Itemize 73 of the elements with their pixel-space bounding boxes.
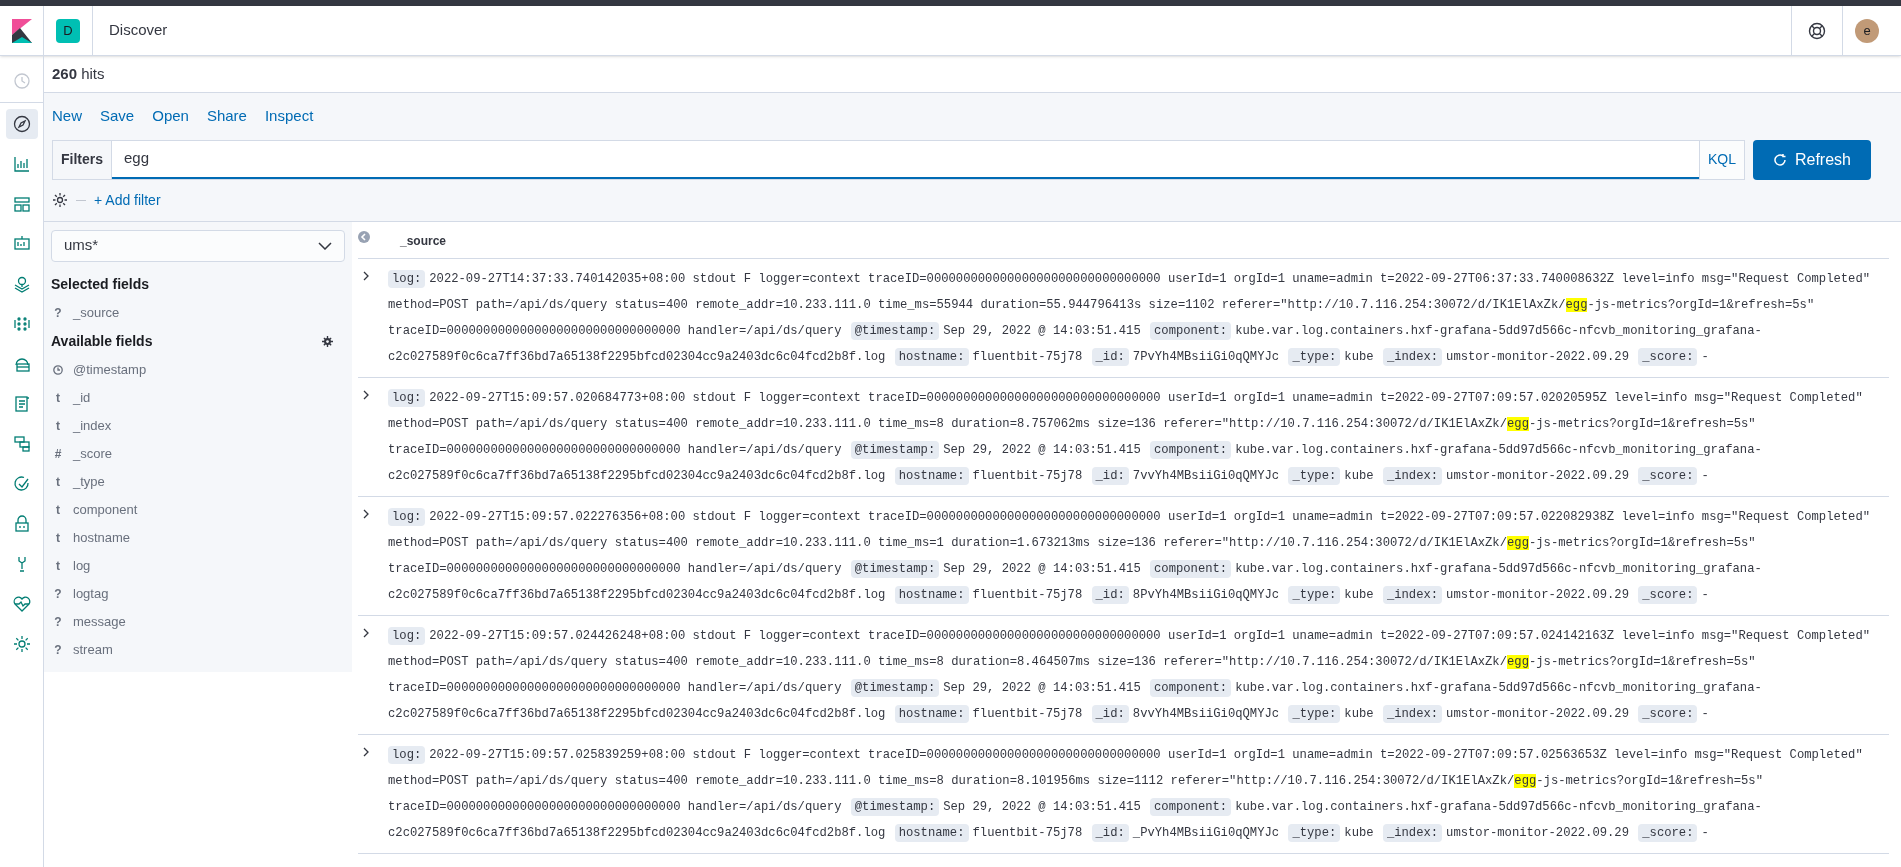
kql-toggle[interactable]: KQL (1698, 140, 1744, 179)
field-type-icon: t (53, 416, 63, 435)
index-pattern-dropdown[interactable]: ums* (51, 229, 345, 262)
document-source: log: 2022-09-27T15:09:57.025839259+08:00 stdout F logger=context traceID=00000000000000000000000000000000 userId=1 orgId=1 uname=admin t=2022-09-27T07:09:57.02563653Z level=info msg="Request Completed" method=POST path=/api/ds/query status=400 remote_addr=10.233.111.0 time_ms=8 duration=8.101956ms size=1112 referer="http://10.7.116.254:30072/d/IK1ElAxZk/egg-js-metrics?orgId=1&refresh=5s" traceID=00000000000000000000000000000000 handler=/api/ds/query @timestamp: Sep 29, 2022 @ 14:03:51.415 component: kube.var.log.containers.hxf-grafana-5dd97d566c-nfcvb_monitoring_grafana-c2c027589f0c6ca7ff36bd7a65138f2295bfcd02304cc9a2403dc6c04fcd2b8f.log hostname: fluentbit-75j78 _id: _PvYh4MBsiiGi0qQMYJc _type: kube _index: umstor-monitor-2022.09.29 _score: - (388, 744, 1864, 844)
menu-link[interactable]: Open (152, 105, 189, 128)
menu-link[interactable]: Inspect (264, 105, 314, 128)
field-type-icon: t (53, 472, 63, 491)
hits-count: 260 hits (52, 63, 105, 84)
page-title: Discover (108, 20, 169, 41)
field-name: stream (73, 640, 113, 659)
field-name: _type (73, 472, 105, 491)
field-name: hostname (73, 528, 131, 547)
user-avatar[interactable]: e (1855, 18, 1879, 43)
expand-icon[interactable] (362, 269, 370, 282)
expand-icon[interactable] (362, 507, 370, 520)
expand-icon[interactable] (362, 745, 370, 758)
field-item[interactable]: t log (51, 551, 345, 580)
field-item[interactable]: ? _source (51, 298, 345, 327)
section-heading: Selected fields (51, 274, 151, 294)
field-type-icon: t (53, 388, 63, 407)
menu-link[interactable]: Share (206, 105, 247, 128)
field-name: @timestamp (73, 360, 147, 379)
expand-icon[interactable] (362, 388, 370, 401)
collapse-icon[interactable] (358, 230, 370, 243)
field-name: message (73, 612, 126, 631)
field-type-icon: # (53, 444, 63, 463)
field-item[interactable]: @timestamp (51, 355, 345, 384)
nav-item[interactable] (5, 109, 38, 139)
field-type-icon: ? (53, 640, 63, 659)
index-pattern-text: ums* (64, 235, 100, 256)
add-filter-link[interactable]: + Add filter (94, 189, 161, 211)
field-item[interactable]: t _id (51, 383, 345, 412)
menu-link[interactable]: New (52, 105, 82, 128)
filters-label: Filters (53, 140, 112, 179)
menu-link[interactable]: Save (100, 105, 135, 128)
field-item[interactable]: # _score (51, 439, 345, 468)
field-type-icon: ? (53, 612, 63, 631)
gear-icon[interactable] (322, 335, 333, 347)
field-item[interactable]: t _index (51, 411, 345, 440)
field-name: logtag (73, 584, 109, 603)
document-source: log: 2022-09-27T15:09:57.022276356+08:00 stdout F logger=context traceID=00000000000000000000000000000000 userId=1 orgId=1 uname=admin t=2022-09-27T07:09:57.022082938Z level=info msg="Request Completed" method=POST path=/api/ds/query status=400 remote_addr=10.233.111.0 time_ms=1 duration=1.673213ms size=136 referer="http://10.7.116.254:30072/d/IK1ElAxZk/egg-js-metrics?orgId=1&refresh=5s" traceID=00000000000000000000000000000000 handler=/api/ds/query @timestamp: Sep 29, 2022 @ 14:03:51.415 component: kube.var.log.containers.hxf-grafana-5dd97d566c-nfcvb_monitoring_grafana-c2c027589f0c6ca7ff36bd7a65138f2295bfcd02304cc9a2403dc6c04fcd2b8f.log hostname: fluentbit-75j78 _id: 8PvYh4MBsiiGi0qQMYJc _type: kube _index: umstor-monitor-2022.09.29 _score: - (388, 506, 1872, 606)
clock-icon (53, 364, 63, 375)
field-name: _id (73, 388, 91, 407)
field-item[interactable]: t hostname (51, 523, 345, 552)
field-type-icon: ? (53, 584, 63, 603)
field-item[interactable]: t component (51, 495, 345, 524)
query-text: egg (112, 140, 1699, 179)
chevron-down-icon (318, 241, 332, 250)
field-type-icon: ? (53, 303, 63, 322)
logo-icon[interactable] (11, 18, 32, 43)
field-name: _score (73, 444, 113, 463)
field-name: component (73, 500, 138, 519)
refresh-button[interactable]: Refresh (1752, 139, 1871, 180)
space-avatar[interactable]: D (56, 18, 80, 43)
field-name: _index (73, 416, 112, 435)
field-item[interactable]: t _type (51, 467, 345, 496)
field-item[interactable]: ? logtag (51, 579, 345, 608)
section-heading: Available fields (51, 331, 154, 351)
field-name: log (73, 556, 91, 575)
field-name: _source (73, 303, 120, 322)
field-type-icon: t (53, 556, 63, 575)
document-source: log: 2022-09-27T14:37:33.740142035+08:00 stdout F logger=context traceID=00000000000000000000000000000000 userId=1 orgId=1 uname=admin t=2022-09-27T06:37:33.740008632Z level=info msg="Request Completed" method=POST path=/api/ds/query status=400 remote_addr=10.233.111.0 time_ms=55944 duration=55.944796413s size=1102 referer="http://10.7.116.254:30072/d/IK1ElAxZk/egg-js-metrics?orgId=1&refresh=5s" traceID=00000000000000000000000000000000 handler=/api/ds/query @timestamp: Sep 29, 2022 @ 14:03:51.415 component: kube.var.log.containers.hxf-grafana-5dd97d566c-nfcvb_monitoring_grafana-c2c027589f0c6ca7ff36bd7a65138f2295bfcd02304cc9a2403dc6c04fcd2b8f.log hostname: fluentbit-75j78 _id: 7PvYh4MBsiiGi0qQMYJc _type: kube _index: umstor-monitor-2022.09.29 _score: - (388, 268, 1872, 368)
field-item[interactable]: ? stream (51, 635, 345, 664)
document-source: log: 2022-09-27T15:09:57.024426248+08:00 stdout F logger=context traceID=00000000000000000000000000000000 userId=1 orgId=1 uname=admin t=2022-09-27T07:09:57.024142163Z level=info msg="Request Completed" method=POST path=/api/ds/query status=400 remote_addr=10.233.111.0 time_ms=8 duration=8.464507ms size=136 referer="http://10.7.116.254:30072/d/IK1ElAxZk/egg-js-metrics?orgId=1&refresh=5s" traceID=00000000000000000000000000000000 handler=/api/ds/query @timestamp: Sep 29, 2022 @ 14:03:51.415 component: kube.var.log.containers.hxf-grafana-5dd97d566c-nfcvb_monitoring_grafana-c2c027589f0c6ca7ff36bd7a65138f2295bfcd02304cc9a2403dc6c04fcd2b8f.log hostname: fluentbit-75j78 _id: 8vvYh4MBsiiGi0qQMYJc _type: kube _index: umstor-monitor-2022.09.29 _score: - (388, 625, 1872, 725)
query-bar[interactable]: Filters egg KQL (52, 139, 1745, 180)
field-item[interactable]: ? message (51, 607, 345, 636)
column-header[interactable]: _source (400, 231, 447, 250)
refresh-icon (1772, 152, 1787, 167)
field-type-icon: t (53, 500, 63, 519)
help-icon[interactable] (1808, 21, 1826, 40)
field-type-icon: t (53, 528, 63, 547)
document-source: log: 2022-09-27T15:09:57.020684773+08:00 stdout F logger=context traceID=00000000000000000000000000000000 userId=1 orgId=1 uname=admin t=2022-09-27T07:09:57.02020595Z level=info msg="Request Completed" method=POST path=/api/ds/query status=400 remote_addr=10.233.111.0 time_ms=8 duration=8.757062ms size=136 referer="http://10.7.116.254:30072/d/IK1ElAxZk/egg-js-metrics?orgId=1&refresh=5s" traceID=00000000000000000000000000000000 handler=/api/ds/query @timestamp: Sep 29, 2022 @ 14:03:51.415 component: kube.var.log.containers.hxf-grafana-5dd97d566c-nfcvb_monitoring_grafana-c2c027589f0c6ca7ff36bd7a65138f2295bfcd02304cc9a2403dc6c04fcd2b8f.log hostname: fluentbit-75j78 _id: 7vvYh4MBsiiGi0qQMYJc _type: kube _index: umstor-monitor-2022.09.29 _score: - (388, 387, 1864, 487)
expand-icon[interactable] (362, 626, 370, 639)
